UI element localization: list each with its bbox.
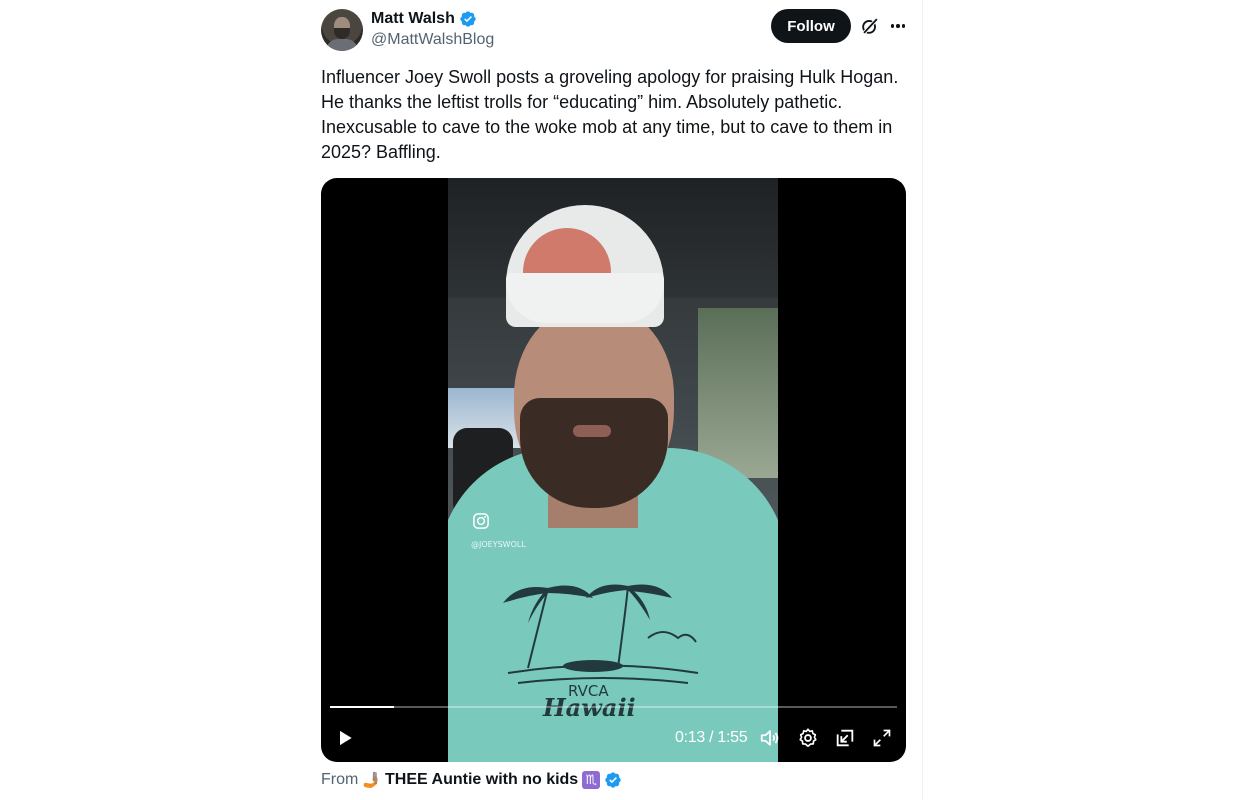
grok-icon[interactable]	[859, 15, 881, 37]
video-player[interactable]: RVCA Hawaii @JOEYSWOLL 0:13 / 1:55	[321, 178, 906, 762]
settings-button[interactable]	[796, 726, 820, 750]
tweet: Matt Walsh @MattWalshBlog Follow Influen…	[304, 0, 922, 800]
author-name-row: Matt Walsh	[371, 10, 477, 28]
tweet-text-line: Inexcusable to cave to the woke mob at a…	[321, 117, 893, 137]
scorpio-emoji-icon: ♏	[582, 771, 601, 789]
source-account-name[interactable]: THEE Auntie with no kids	[385, 771, 578, 789]
dock-button[interactable]	[833, 726, 857, 750]
verified-badge-icon	[460, 11, 476, 27]
video-time: 0:13 / 1:55	[675, 729, 748, 747]
timeline-border	[922, 0, 923, 800]
author-display-name[interactable]: Matt Walsh	[371, 10, 455, 28]
from-label: From	[321, 771, 359, 788]
video-frame: RVCA Hawaii @JOEYSWOLL	[448, 178, 778, 762]
selfie-emoji: 🤳🏽	[362, 772, 382, 789]
video-progress-fill	[330, 706, 395, 708]
play-button[interactable]	[333, 726, 357, 750]
video-source-attribution: From 🤳🏽 THEE Auntie with no kids ♏	[321, 771, 622, 789]
fullscreen-icon	[873, 729, 891, 747]
tweet-text: Influencer Joey Swoll posts a groveling …	[321, 65, 911, 165]
author-handle[interactable]: @MattWalshBlog	[371, 31, 494, 49]
volume-button[interactable]	[758, 726, 782, 750]
dock-icon	[836, 729, 854, 747]
tweet-text-line: 2025? Baffling.	[321, 142, 441, 162]
video-progress-bar[interactable]	[330, 706, 897, 708]
avatar[interactable]	[321, 9, 363, 51]
settings-icon	[799, 728, 817, 748]
current-time: 0:13	[675, 729, 705, 746]
time-separator: /	[709, 729, 714, 746]
shirt-graphic: RVCA Hawaii	[503, 584, 699, 718]
duration: 1:55	[717, 729, 748, 746]
volume-icon	[760, 730, 779, 746]
tweet-text-line: He thanks the leftist trolls for “educat…	[321, 92, 843, 112]
verified-badge-icon	[605, 772, 621, 788]
instagram-icon	[473, 513, 489, 529]
play-icon	[340, 730, 352, 746]
more-options-icon[interactable]	[887, 15, 909, 37]
tweet-text-line: Influencer Joey Swoll posts a groveling …	[321, 67, 899, 87]
instagram-watermark-handle: @JOEYSWOLL	[471, 540, 526, 549]
follow-button[interactable]: Follow	[771, 9, 851, 43]
fullscreen-button[interactable]	[870, 726, 894, 750]
